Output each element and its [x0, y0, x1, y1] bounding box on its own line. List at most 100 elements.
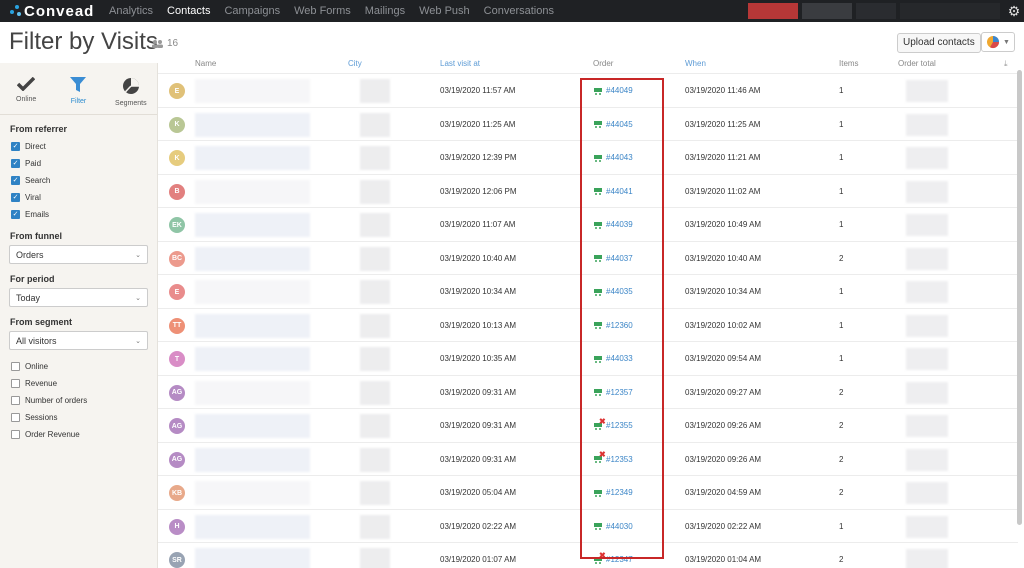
- account-name[interactable]: [802, 3, 852, 19]
- referrer-paid[interactable]: Paid: [11, 155, 157, 172]
- checkbox-label: Revenue: [25, 379, 58, 388]
- segment-title: From segment: [10, 317, 73, 327]
- checkbox[interactable]: [11, 396, 20, 405]
- checkbox-label: Number of orders: [25, 396, 88, 405]
- download-icon[interactable]: ⤓: [1004, 59, 1008, 69]
- mode-filter[interactable]: Filter: [52, 63, 104, 114]
- user-menu[interactable]: [900, 3, 1000, 19]
- nav-analytics[interactable]: Analytics: [102, 5, 160, 17]
- avatar[interactable]: K: [169, 150, 185, 166]
- order-items: 1: [839, 153, 844, 162]
- last-visit: 03/19/2020 05:04 AM: [440, 488, 517, 497]
- funnel-value: Orders: [16, 249, 44, 260]
- column-city[interactable]: City: [348, 59, 362, 68]
- referrer-direct[interactable]: Direct: [11, 138, 157, 155]
- avatar[interactable]: B: [169, 183, 185, 200]
- redacted-city: [360, 347, 390, 371]
- account-menu[interactable]: [856, 3, 896, 19]
- redacted-name: [195, 514, 310, 539]
- checkbox-checked[interactable]: [11, 210, 20, 219]
- column-when[interactable]: When: [685, 59, 706, 68]
- checkbox-checked[interactable]: [11, 176, 20, 185]
- funnel-select[interactable]: Orders ⌄: [9, 245, 148, 264]
- redacted-city: [360, 514, 390, 539]
- checkbox-label: Online: [25, 362, 49, 371]
- segment-select[interactable]: All visitors ⌄: [9, 331, 148, 350]
- referrer-search[interactable]: Search: [11, 172, 157, 189]
- checkbox-checked[interactable]: [11, 142, 20, 151]
- checkbox[interactable]: [11, 362, 20, 371]
- avatar[interactable]: E: [169, 284, 185, 300]
- checkbox-checked[interactable]: [11, 159, 20, 168]
- nav-contacts[interactable]: Contacts: [160, 5, 217, 17]
- avatar[interactable]: AG: [169, 451, 185, 468]
- column-name[interactable]: Name: [195, 59, 216, 68]
- filter-online[interactable]: Online: [11, 358, 157, 375]
- nav-web-forms[interactable]: Web Forms: [287, 5, 358, 17]
- redacted-city: [360, 548, 390, 568]
- order-when: 03/19/2020 04:59 AM: [685, 488, 762, 497]
- avatar[interactable]: TT: [169, 317, 185, 334]
- column-last-visit[interactable]: Last visit at: [440, 59, 480, 68]
- period-select[interactable]: Today ⌄: [9, 288, 148, 307]
- avatar[interactable]: H: [169, 518, 185, 535]
- order-when: 03/19/2020 09:26 AM: [685, 454, 762, 464]
- nav-conversations[interactable]: Conversations: [477, 5, 561, 17]
- logo-text: Convead: [24, 2, 95, 20]
- checkbox[interactable]: [11, 413, 20, 422]
- filter-number-of-orders[interactable]: Number of orders: [11, 392, 157, 409]
- referrer-viral[interactable]: Viral: [11, 189, 157, 206]
- scrollbar[interactable]: [1017, 70, 1022, 525]
- avatar[interactable]: KB: [169, 485, 185, 501]
- logo[interactable]: Convead: [0, 3, 100, 20]
- nav-campaigns[interactable]: Campaigns: [217, 5, 287, 17]
- order-when: 03/19/2020 02:22 AM: [685, 521, 762, 531]
- avatar[interactable]: SR: [169, 552, 185, 568]
- mode-label: Filter: [70, 98, 87, 105]
- redacted-total: [906, 448, 948, 471]
- mode-segments[interactable]: Segments: [105, 63, 157, 114]
- redacted-city: [360, 146, 390, 170]
- column-order-total[interactable]: Order total: [898, 59, 936, 68]
- segment-value: All visitors: [16, 335, 57, 346]
- account-badge[interactable]: [748, 3, 798, 19]
- checkbox[interactable]: [11, 430, 20, 439]
- redacted-city: [360, 112, 390, 137]
- gear-icon[interactable]: ⚙: [1004, 3, 1024, 20]
- filter-sessions[interactable]: Sessions: [11, 409, 157, 426]
- nav-web-push[interactable]: Web Push: [412, 5, 477, 17]
- avatar[interactable]: AG: [169, 418, 185, 434]
- avatar[interactable]: AG: [169, 384, 185, 401]
- redacted-name: [195, 347, 310, 371]
- redacted-city: [360, 414, 390, 438]
- checkbox-label: Viral: [25, 193, 41, 202]
- mode-label: Segments: [115, 100, 147, 107]
- checkbox[interactable]: [11, 379, 20, 388]
- upload-contacts-button[interactable]: Upload contacts: [897, 33, 981, 53]
- nav-mailings[interactable]: Mailings: [358, 5, 412, 17]
- redacted-city: [360, 179, 390, 204]
- avatar[interactable]: EK: [169, 217, 185, 233]
- filter-revenue[interactable]: Revenue: [11, 375, 157, 392]
- referrer-emails[interactable]: Emails: [11, 206, 157, 223]
- order-when: 03/19/2020 10:34 AM: [685, 287, 762, 296]
- chart-menu-button[interactable]: ▼: [981, 32, 1015, 52]
- order-column-highlight: [580, 78, 664, 559]
- nav-right: ⚙: [748, 0, 1024, 22]
- column-order[interactable]: Order: [593, 59, 613, 68]
- column-items[interactable]: Items: [839, 59, 859, 68]
- mode-online[interactable]: Online: [0, 63, 52, 114]
- order-when: 03/19/2020 11:21 AM: [685, 153, 761, 162]
- table-header: Name City Last visit at Order When Items…: [158, 58, 1024, 73]
- avatar[interactable]: BC: [169, 250, 185, 267]
- checkbox-checked[interactable]: [11, 193, 20, 202]
- avatar[interactable]: T: [169, 351, 185, 367]
- avatar[interactable]: E: [169, 83, 185, 99]
- avatar[interactable]: K: [169, 116, 185, 133]
- redacted-name: [195, 112, 310, 137]
- order-items: 1: [839, 86, 844, 95]
- redacted-name: [195, 548, 310, 568]
- last-visit: 03/19/2020 10:34 AM: [440, 287, 517, 296]
- filter-icon: [70, 77, 87, 98]
- filter-order-revenue[interactable]: Order Revenue: [11, 426, 157, 443]
